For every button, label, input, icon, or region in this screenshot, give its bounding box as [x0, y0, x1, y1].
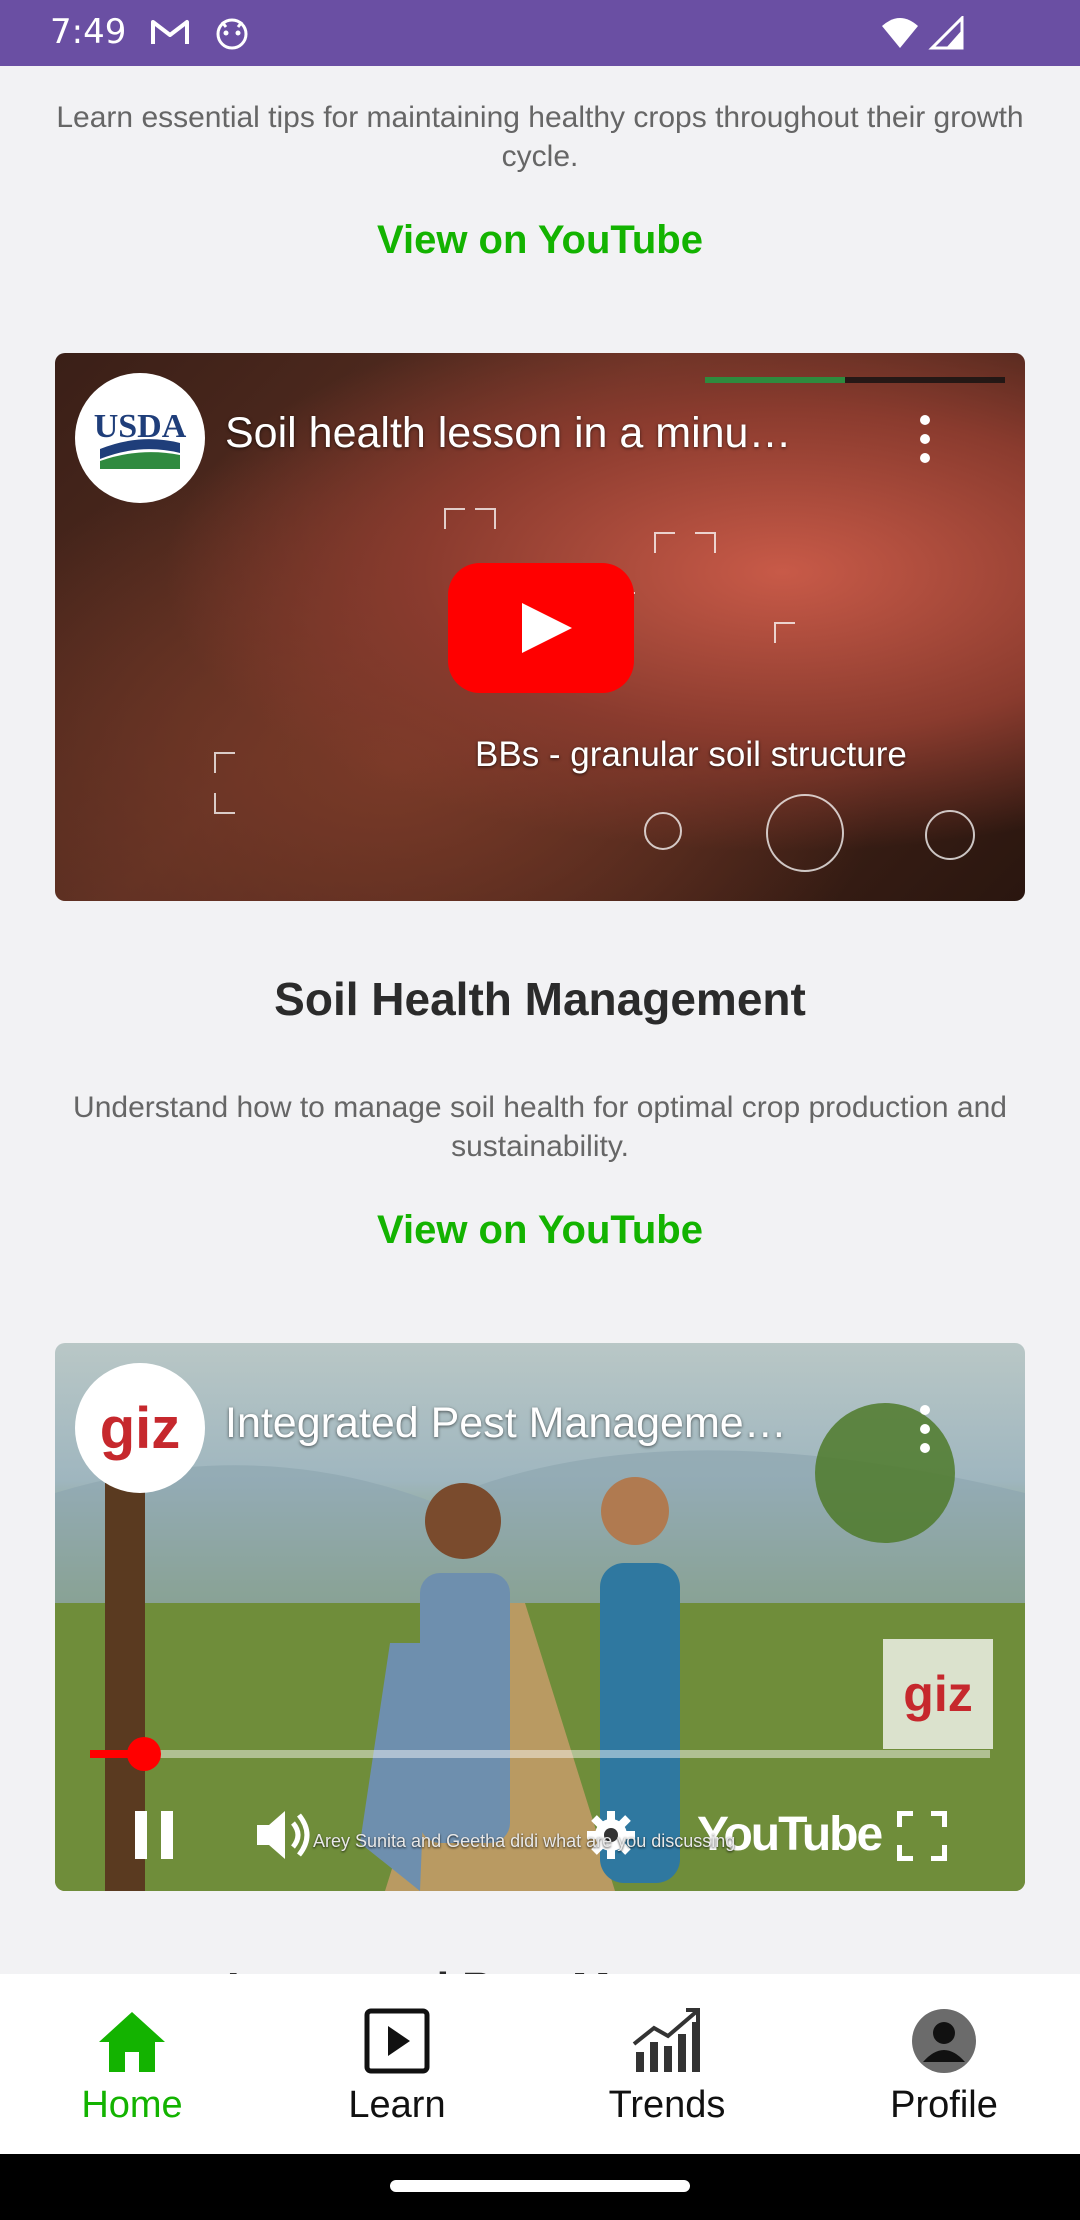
cell-signal-icon [928, 14, 964, 55]
android-robot-icon [214, 16, 250, 55]
video-title[interactable]: Integrated Pest Manageme… [225, 1399, 787, 1448]
video-title[interactable]: Soil health lesson in a minu… [225, 409, 791, 458]
learn-content-scroll[interactable]: Learn essential tips for maintaining hea… [0, 66, 1080, 1974]
giz-watermark: giz [883, 1639, 993, 1749]
usda-logo-text: USDA [94, 408, 187, 445]
nav-item-profile[interactable]: Profile [854, 2004, 1034, 2127]
chart-icon [577, 2004, 757, 2074]
nav-label: Trends [608, 2084, 726, 2126]
status-bar: 7:49 [0, 0, 1080, 66]
gmail-icon [150, 16, 190, 53]
volume-icon[interactable] [255, 1807, 317, 1868]
fullscreen-icon[interactable] [896, 1810, 948, 1866]
nav-item-trends[interactable]: Trends [577, 2004, 757, 2127]
play-square-icon [307, 2004, 487, 2074]
video-subtitle: Arey Sunita and Geetha didi what are you… [313, 1831, 736, 1851]
giz-channel-logo[interactable]: giz [75, 1363, 205, 1493]
nav-item-home[interactable]: Home [42, 2004, 222, 2127]
gesture-navigation-bar [0, 2154, 1080, 2220]
pause-icon[interactable] [133, 1809, 177, 1866]
view-on-youtube-link[interactable]: View on YouTube [0, 218, 1080, 263]
home-icon [42, 2004, 222, 2074]
usda-channel-logo[interactable]: USDA [75, 373, 205, 503]
video-progress-bar[interactable] [90, 1737, 990, 1771]
youtube-play-button[interactable] [448, 563, 634, 698]
nav-label: Home [81, 2084, 183, 2126]
video-player-soil-health[interactable]: USDA Soil health lesson in a minu… BBs -… [55, 353, 1025, 901]
view-on-youtube-link[interactable]: View on YouTube [0, 1208, 1080, 1253]
nav-label: Profile [890, 2084, 998, 2126]
more-options-icon[interactable] [918, 1405, 932, 1462]
section-title: Integrated Pest Management [0, 1962, 1080, 1974]
home-gesture-handle[interactable] [390, 2180, 690, 2192]
giz-logo-text: giz [99, 1395, 181, 1461]
nav-label: Learn [348, 2084, 446, 2126]
video-scrubber-handle[interactable] [127, 1737, 161, 1771]
section-description: Learn essential tips for maintaining hea… [56, 101, 1024, 173]
video-overlay-caption: BBs - granular soil structure [475, 735, 907, 774]
status-time: 7:49 [50, 12, 127, 52]
section-title: Soil Health Management [274, 973, 806, 1025]
video-player-integrated-pest-management[interactable]: giz Integrated Pest Manageme… giz YouTub… [55, 1343, 1025, 1891]
person-icon [854, 2004, 1034, 2074]
bottom-navigation: Home Learn Trends Profile [0, 1974, 1080, 2154]
nav-item-learn[interactable]: Learn [307, 2004, 487, 2127]
wifi-icon [880, 16, 920, 55]
more-options-icon[interactable] [918, 415, 932, 472]
section-description: Understand how to manage soil health for… [73, 1091, 1007, 1163]
